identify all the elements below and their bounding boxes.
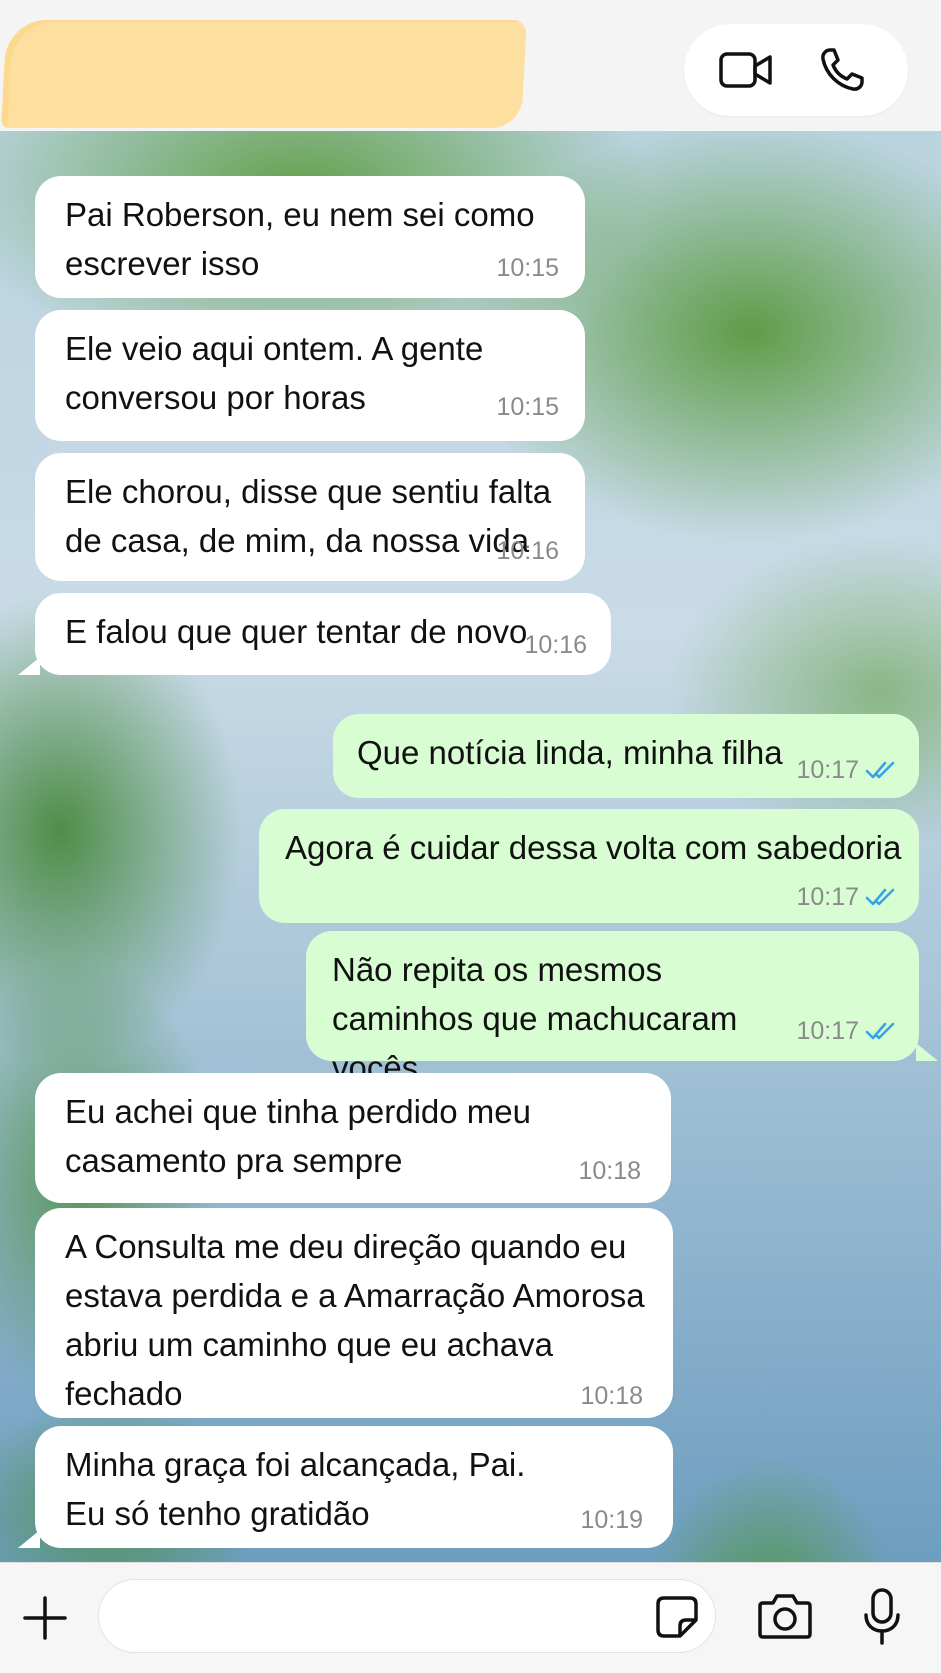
message-bubble-outgoing[interactable]: Agora é cuidar dessa volta com sabedoria… [259,809,919,923]
bubble-tail [18,657,40,675]
message-text: Ele veio aqui ontem. A gente conversou p… [65,330,484,416]
read-ticks-icon [865,888,895,906]
message-time: 10:17 [796,756,859,784]
message-bubble-outgoing[interactable]: Que notícia linda, minha filha 10:17 [333,714,919,798]
message-time: 10:16 [524,631,587,659]
message-text: Que notícia linda, minha filha [357,734,783,771]
message-bubble-incoming[interactable]: E falou que quer tentar de novo 10:16 [35,593,611,675]
message-text: Minha graça foi alcançada, Pai. Eu só te… [65,1446,526,1532]
message-text: Ele chorou, disse que sentiu falta de ca… [65,473,552,559]
message-bubble-incoming[interactable]: Minha graça foi alcançada, Pai. Eu só te… [35,1426,673,1548]
message-bubble-outgoing[interactable]: Não repita os mesmos caminhos que machuc… [306,931,919,1086]
video-call-icon[interactable] [718,44,774,96]
read-ticks-icon [865,1022,895,1040]
message-text: Eu achei que tinha perdido meu casamento… [65,1093,531,1179]
plus-icon[interactable] [22,1595,68,1641]
chat-header [0,0,941,132]
message-bubble-incoming[interactable]: Ele veio aqui ontem. A gente conversou p… [35,310,585,441]
message-time: 10:18 [578,1157,641,1185]
message-input[interactable] [98,1579,716,1653]
camera-icon[interactable] [757,1591,813,1641]
message-time: 10:17 [796,1017,859,1045]
voice-call-icon[interactable] [816,44,872,96]
read-ticks-icon [865,761,895,779]
message-time: 10:15 [496,254,559,282]
composer-bar [0,1562,941,1673]
message-text: E falou que quer tentar de novo [65,613,528,650]
contact-name-redaction [1,20,527,128]
call-actions [684,24,908,116]
message-text: A Consulta me deu direção quando eu esta… [65,1228,645,1412]
bubble-tail [18,1530,40,1548]
microphone-icon[interactable] [862,1587,902,1647]
message-text: Pai Roberson, eu nem sei como escrever i… [65,196,535,282]
message-text: Agora é cuidar dessa volta com sabedoria [285,829,902,866]
chat-area[interactable]: Pai Roberson, eu nem sei como escrever i… [0,131,941,1562]
message-bubble-incoming[interactable]: A Consulta me deu direção quando eu esta… [35,1208,673,1418]
message-time: 10:15 [496,393,559,421]
message-time: 10:18 [580,1382,643,1410]
message-bubble-incoming[interactable]: Ele chorou, disse que sentiu falta de ca… [35,453,585,581]
sticker-icon[interactable] [654,1594,700,1640]
message-time: 10:17 [796,883,859,911]
message-bubble-incoming[interactable]: Eu achei que tinha perdido meu casamento… [35,1073,671,1203]
bubble-tail [916,1043,938,1061]
message-bubble-incoming[interactable]: Pai Roberson, eu nem sei como escrever i… [35,176,585,298]
message-time: 10:19 [580,1506,643,1534]
message-text: Não repita os mesmos caminhos que machuc… [332,951,738,1086]
message-time: 10:16 [496,537,559,565]
